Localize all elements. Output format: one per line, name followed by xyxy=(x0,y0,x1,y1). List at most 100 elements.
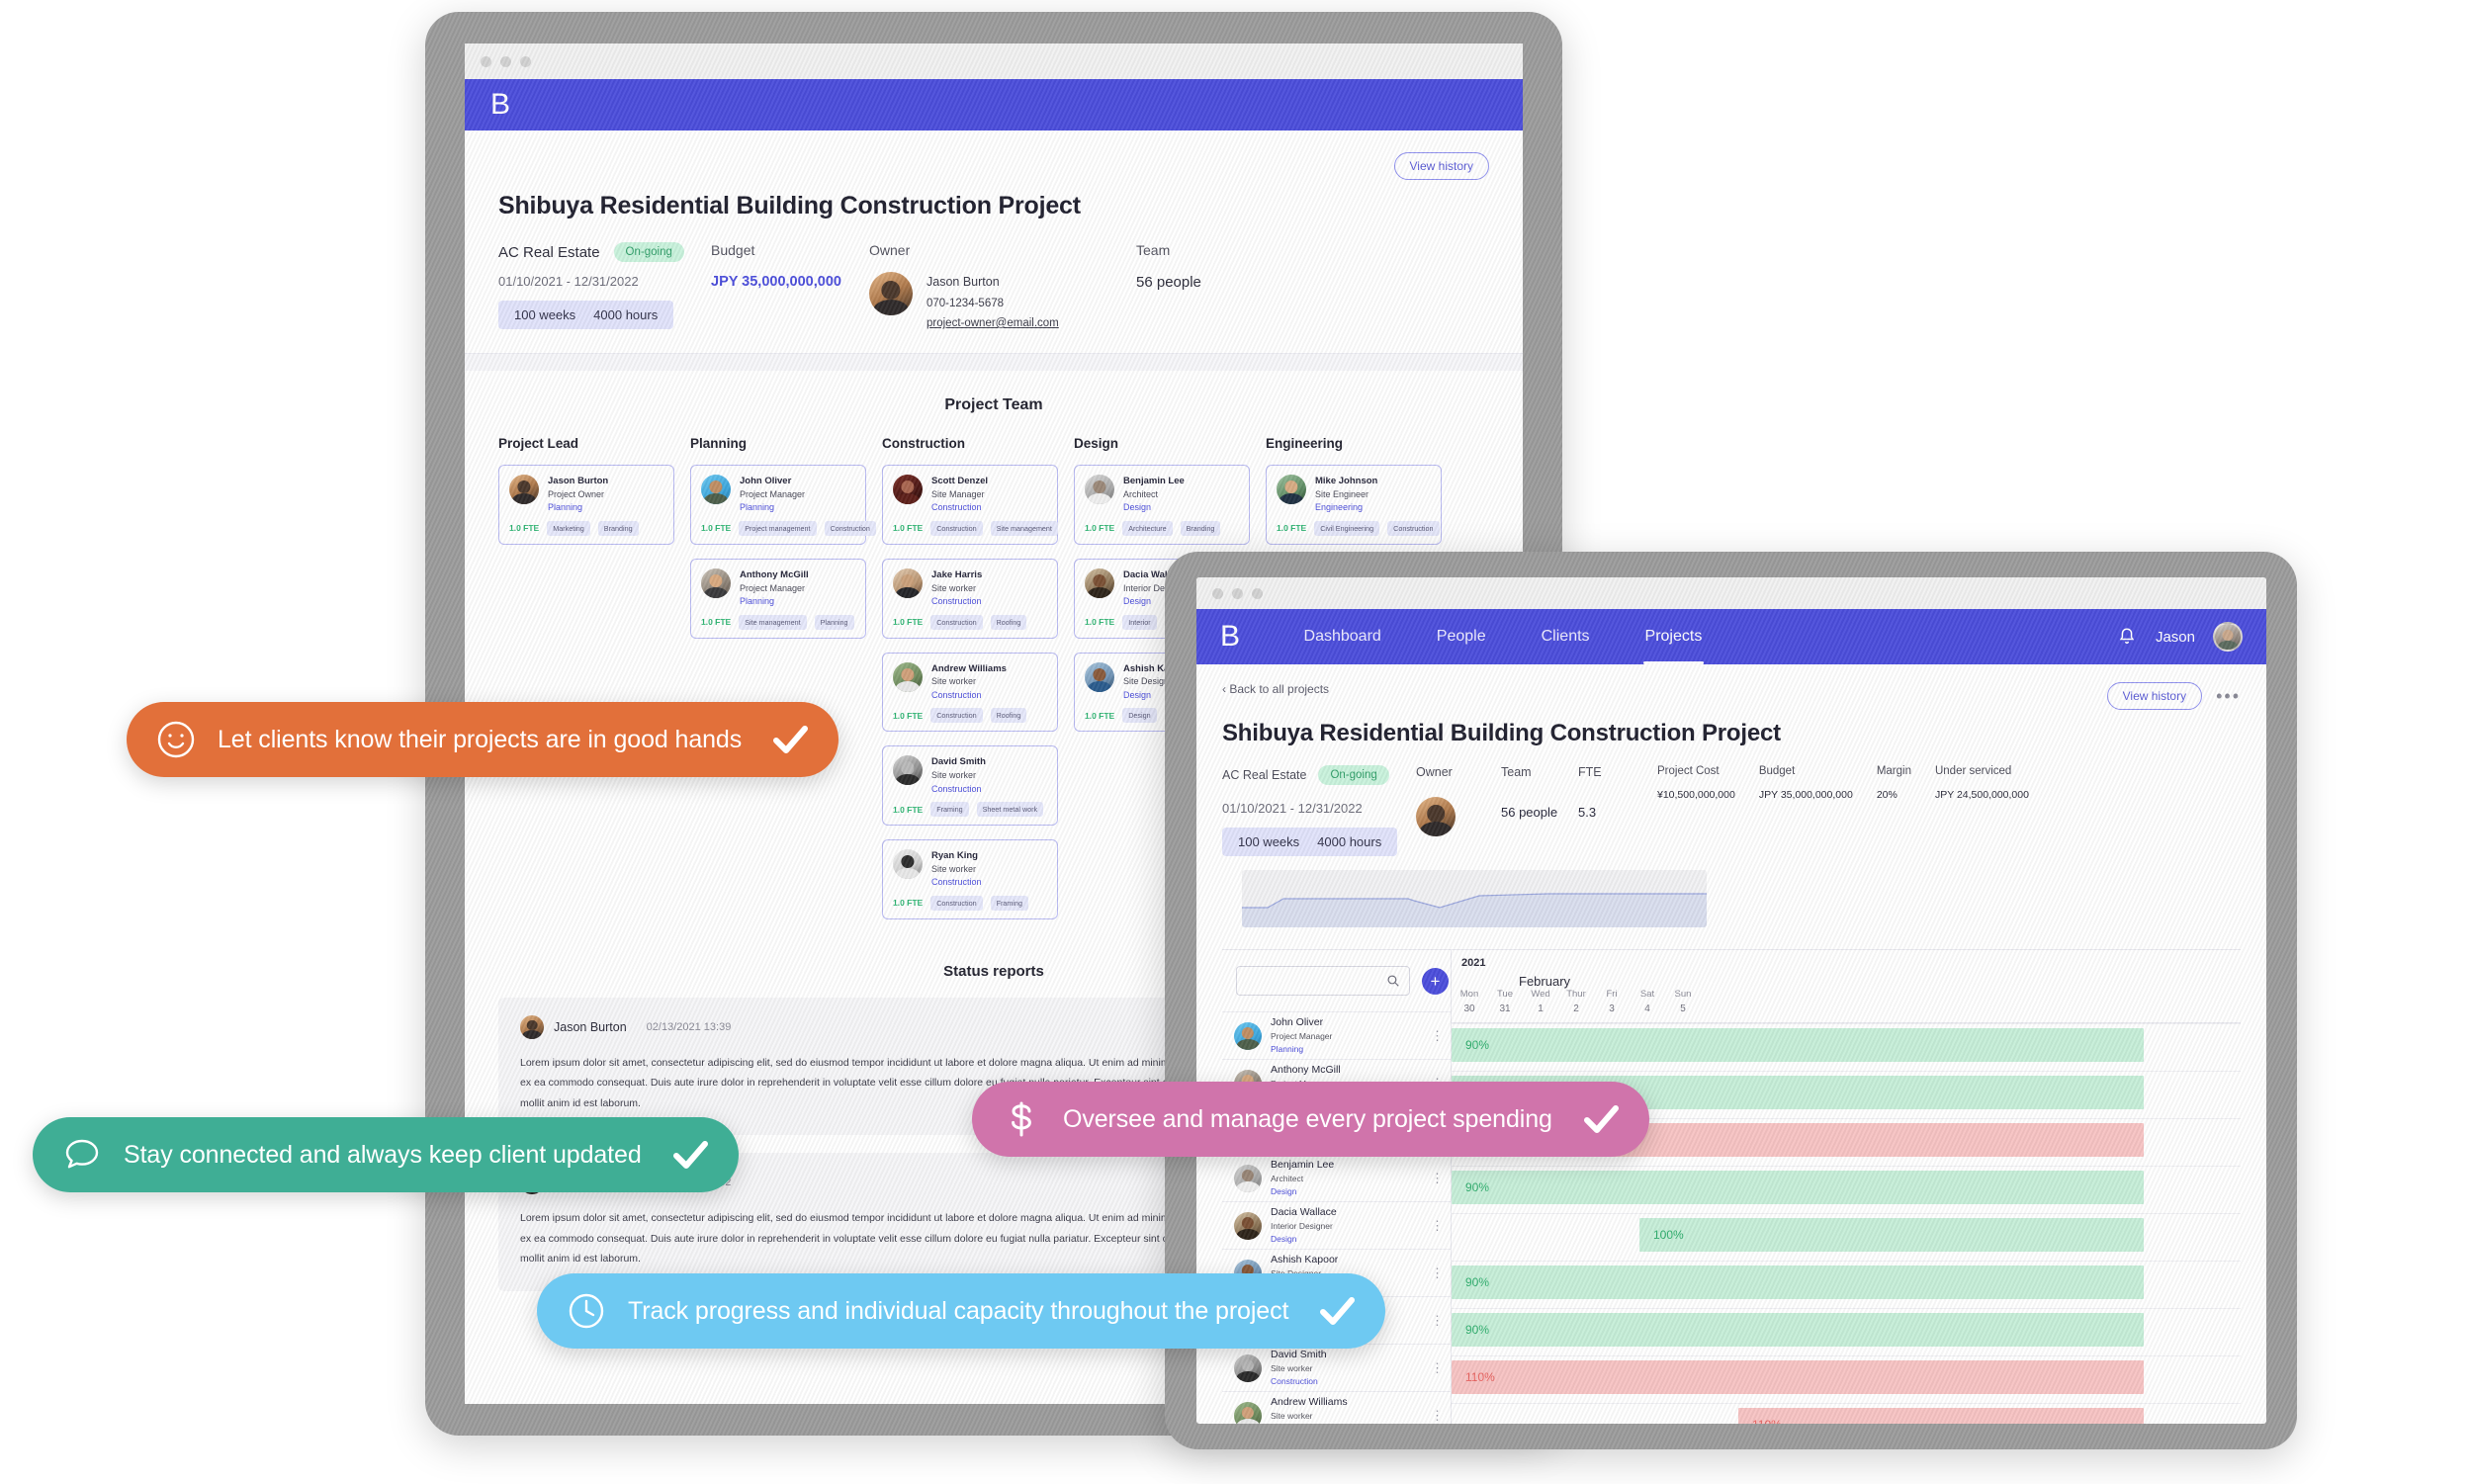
allocation-bar[interactable]: 90% xyxy=(1452,1266,2144,1299)
team-member-card[interactable]: Mike Johnson Site Engineer Engineering 1.0 … xyxy=(1266,465,1442,545)
more-options-icon[interactable]: ••• xyxy=(2216,687,2241,704)
callout-text: Stay connected and always keep client up… xyxy=(124,1140,642,1169)
row-menu-icon[interactable]: ⋮ xyxy=(1431,1361,1444,1374)
allocation-member-row[interactable]: Benjamin Lee Architect Design ⋮ xyxy=(1222,1154,1451,1201)
member-fte: 1.0 FTE xyxy=(1085,710,1115,721)
calendar-day-name: Sat xyxy=(1639,988,1655,1000)
callout-clients: Let clients know their projects are in g… xyxy=(127,702,839,777)
team-member-card[interactable]: John Oliver Project Manager Planning 1.0 FT… xyxy=(690,465,876,545)
team-member-card[interactable]: Scott Denzel Site Manager Construction 1.0 … xyxy=(882,465,1058,545)
date-range: 01/10/2021 - 12/31/2022 xyxy=(498,274,639,289)
duration-pill: 100 weeks 4000 hours xyxy=(1222,828,1398,856)
view-history-button[interactable]: View history xyxy=(1393,152,1489,180)
view-history-button[interactable]: View history xyxy=(2106,682,2203,710)
nav-item-clients[interactable]: Clients xyxy=(1514,609,1618,664)
report-author: Jason Burton xyxy=(554,1019,627,1034)
row-menu-icon[interactable]: ⋮ xyxy=(1431,1172,1444,1184)
search-input[interactable] xyxy=(1246,975,1386,987)
member-tag: Framing xyxy=(930,802,969,818)
allocation-member-row[interactable]: Andrew Williams Site workerConstruction ⋮ xyxy=(1222,1391,1451,1424)
member-tag: Civil Engineering xyxy=(1314,520,1380,536)
member-department: Planning xyxy=(740,596,775,607)
window-maximize-dot[interactable] xyxy=(520,55,531,67)
allocation-percent: 110% xyxy=(1752,1418,1782,1424)
member-tag: Design xyxy=(1122,708,1157,724)
allocation-member-row[interactable]: Dacia Wallace Interior Designer Design ⋮ xyxy=(1222,1201,1451,1249)
member-fte: 1.0 FTE xyxy=(701,617,732,628)
row-menu-icon[interactable]: ⋮ xyxy=(1431,1266,1444,1279)
member-role: Site worker xyxy=(931,676,977,687)
calendar-day-number: 4 xyxy=(1644,1004,1650,1014)
brand-logo[interactable]: B xyxy=(490,90,511,120)
allocation-percent: 110% xyxy=(1465,1370,1495,1384)
budget-label: Budget xyxy=(711,242,755,258)
row-menu-icon[interactable]: ⋮ xyxy=(1431,1029,1444,1042)
member-role: Site Manager xyxy=(931,488,985,499)
calendar-days: Mon 30 Tue 31 Wed 1 Thur 2 Fri 3 Sat 4 Sun 5 xyxy=(1452,988,1701,1016)
notification-bell-icon[interactable] xyxy=(2116,626,2138,648)
member-fte: 1.0 FTE xyxy=(509,523,540,534)
owner-name: Jason Burton xyxy=(927,275,1000,289)
owner-avatar xyxy=(869,272,913,315)
window-minimize-dot[interactable] xyxy=(500,55,511,67)
member-tag: Project management xyxy=(739,520,817,536)
duration-pill: 100 weeks 4000 hours xyxy=(498,301,674,329)
brand-logo[interactable]: B xyxy=(1220,622,1241,652)
nav-item-projects[interactable]: Projects xyxy=(1618,609,1730,664)
check-icon xyxy=(767,717,813,762)
user-name[interactable]: Jason xyxy=(2156,629,2195,646)
status-badge: On-going xyxy=(613,242,684,262)
member-role: Project Manager xyxy=(1271,1031,1333,1042)
team-member-card[interactable]: Jake Harris Site worker Construction 1.0 FT… xyxy=(882,558,1058,639)
owner-email[interactable]: project-owner@email.com xyxy=(927,313,1059,333)
team-member-card[interactable]: Andrew Williams Site worker Construction 1.… xyxy=(882,652,1058,733)
calendar-day-name: Fri xyxy=(1606,988,1618,1000)
team-member-card[interactable]: Anthony McGill Project Manager Planning 1.0… xyxy=(690,558,866,639)
member-tag: Construction xyxy=(930,708,983,724)
member-department: Construction xyxy=(931,502,982,513)
team-member-card[interactable]: Benjamin Lee Architect Design 1.0 FTE Archit… xyxy=(1074,465,1250,545)
allocation-bar[interactable]: 90% xyxy=(1452,1171,2144,1204)
calendar-day-name: Sun xyxy=(1674,988,1692,1000)
member-department: Engineering xyxy=(1315,502,1364,513)
member-role: Interior Designer xyxy=(1271,1221,1333,1232)
member-avatar xyxy=(893,475,923,505)
add-member-button[interactable]: + xyxy=(1422,967,1449,995)
user-avatar[interactable] xyxy=(2213,622,2243,652)
allocation-bar[interactable]: 110% xyxy=(1738,1408,2144,1424)
allocation-bar[interactable]: 90% xyxy=(1452,1028,2144,1062)
member-tag: Site management xyxy=(739,614,807,630)
row-menu-icon[interactable]: ⋮ xyxy=(1431,1219,1444,1232)
member-role: Architect xyxy=(1123,488,1159,499)
team-member-card[interactable]: Ryan King Site worker Construction 1.0 FTE C… xyxy=(882,839,1058,919)
member-rows: John Oliver Project Manager Planning ⋮ Antho… xyxy=(1222,1011,1451,1424)
member-name: Ashish Kapoor xyxy=(1271,1254,1339,1266)
allocation-member-row[interactable]: David Smith Site worker Construction ⋮ xyxy=(1222,1344,1451,1391)
nav-item-dashboard[interactable]: Dashboard xyxy=(1277,609,1409,664)
back-to-projects-link[interactable]: ‹ Back to all projects xyxy=(1222,682,1329,696)
window-close-dot[interactable] xyxy=(1212,587,1223,599)
member-name: John Oliver xyxy=(740,476,792,487)
calendar-day-name: Tue xyxy=(1496,988,1514,1000)
member-name: Benjamin Lee xyxy=(1123,476,1185,487)
team-member-card[interactable]: David Smith Site worker Construction 1.0 FT… xyxy=(882,745,1058,827)
window-maximize-dot[interactable] xyxy=(1252,587,1263,599)
page-title: Shibuya Residential Building Constructio… xyxy=(1222,720,1781,746)
callout-track-progress: Track progress and individual capacity t… xyxy=(537,1273,1386,1349)
row-menu-icon[interactable]: ⋮ xyxy=(1431,1409,1444,1422)
member-department: Construction xyxy=(1271,1376,1318,1387)
allocation-bar[interactable]: 100% xyxy=(1639,1218,2144,1252)
window-minimize-dot[interactable] xyxy=(1232,587,1243,599)
allocation-bar[interactable]: 110% xyxy=(1452,1360,2144,1394)
member-name: Andrew Williams xyxy=(1271,1396,1348,1409)
front-browser-chrome xyxy=(1196,577,2266,609)
allocation-member-row[interactable]: John Oliver Project Manager Planning ⋮ xyxy=(1222,1011,1451,1059)
member-avatar xyxy=(701,475,731,505)
callout-text: Track progress and individual capacity t… xyxy=(628,1296,1289,1325)
window-close-dot[interactable] xyxy=(481,55,491,67)
search-box[interactable] xyxy=(1236,966,1410,996)
row-menu-icon[interactable]: ⋮ xyxy=(1431,1314,1444,1327)
team-member-card[interactable]: Jason Burton Project Owner Planning 1.0 FTE… xyxy=(498,465,674,545)
allocation-bar[interactable]: 90% xyxy=(1452,1313,2144,1347)
nav-item-people[interactable]: People xyxy=(1409,609,1514,664)
